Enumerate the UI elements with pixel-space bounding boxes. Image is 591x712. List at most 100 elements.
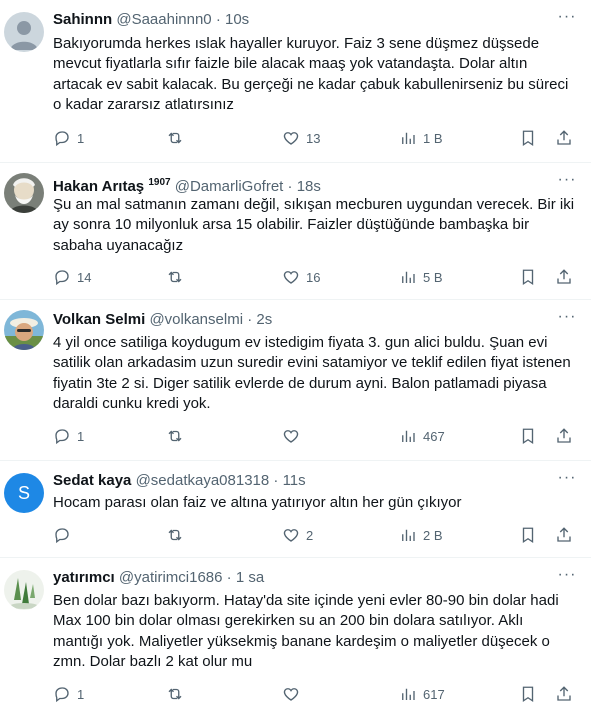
heart-icon <box>283 132 299 145</box>
bookmark-icon <box>522 269 534 286</box>
display-name[interactable]: Sedat kaya <box>53 472 131 489</box>
separator-dot: · <box>215 11 221 28</box>
display-name[interactable]: yatırımcı <box>53 569 115 586</box>
like-button[interactable] <box>282 684 300 704</box>
share-button[interactable] <box>555 684 573 704</box>
reply-count: 1 <box>77 428 85 444</box>
share-button[interactable] <box>555 267 573 287</box>
heart-icon <box>283 529 299 542</box>
tweet-actions: 1 13 1 B <box>53 128 577 148</box>
user-photo-icon <box>4 570 44 610</box>
bookmark-button[interactable] <box>519 684 537 704</box>
separator-dot: · <box>287 178 293 195</box>
like-count: 13 <box>306 130 321 146</box>
user-handle[interactable]: @yatirimci1686 <box>119 569 223 586</box>
default-avatar-icon <box>4 12 44 52</box>
views-chart-icon <box>402 430 415 442</box>
display-name[interactable]: Hakan Arıtaş <box>53 178 144 195</box>
tweet-text: Şu an mal satmanın zamanı değil, sıkışan… <box>53 196 575 254</box>
tweet[interactable]: Hakan Arıtaş 1907 @DamarliGofret · 18s ·… <box>0 163 591 300</box>
reply-button[interactable]: 1 <box>53 426 84 446</box>
more-dots-icon[interactable]: ··· <box>557 9 577 30</box>
tweet-actions: 14 16 5 B <box>53 267 577 287</box>
avatar-letter: S <box>17 483 30 503</box>
reply-button[interactable]: 1 <box>53 128 84 148</box>
share-icon <box>557 428 571 443</box>
bookmark-icon <box>522 527 534 544</box>
tweet[interactable]: S Sedat kaya @sedatkaya081318 · 11s ··· … <box>0 461 591 558</box>
reply-button[interactable] <box>53 525 71 545</box>
reply-count: 1 <box>77 686 85 702</box>
tweet-header: Hakan Arıtaş 1907 @DamarliGofret · 18s <box>53 173 551 197</box>
timestamp[interactable]: 18s <box>297 178 321 195</box>
retweet-icon <box>168 271 182 283</box>
views-chart-icon <box>402 271 415 283</box>
views-chart-icon <box>402 529 415 541</box>
like-button[interactable]: 2 <box>282 525 313 545</box>
share-icon <box>557 527 571 542</box>
user-handle[interactable]: @Saaahinnn0 <box>116 11 211 28</box>
timestamp[interactable]: 10s <box>225 11 249 28</box>
avatar[interactable] <box>4 570 44 610</box>
views-button[interactable]: 5 B <box>399 267 443 287</box>
like-button[interactable] <box>282 426 300 446</box>
retweet-button[interactable] <box>166 128 184 148</box>
reply-button[interactable]: 1 <box>53 684 84 704</box>
views-button[interactable]: 1 B <box>399 128 443 148</box>
user-handle[interactable]: @DamarliGofret <box>175 178 284 195</box>
user-handle[interactable]: @sedatkaya081318 <box>136 472 270 489</box>
share-button[interactable] <box>555 128 573 148</box>
more-dots-icon[interactable]: ··· <box>557 470 577 491</box>
bookmark-icon <box>522 130 534 147</box>
display-name[interactable]: Volkan Selmi <box>53 311 145 328</box>
like-button[interactable]: 13 <box>282 128 320 148</box>
avatar[interactable] <box>4 310 44 350</box>
user-handle[interactable]: @volkanselmi <box>149 311 243 328</box>
more-dots-icon[interactable]: ··· <box>557 172 577 193</box>
retweet-button[interactable] <box>166 426 184 446</box>
user-photo-icon <box>4 173 44 213</box>
timestamp[interactable]: 2s <box>256 311 272 328</box>
retweet-button[interactable] <box>166 525 184 545</box>
bookmark-button[interactable] <box>519 525 537 545</box>
share-button[interactable] <box>555 525 573 545</box>
tweet-text: Hocam parası olan faiz ve altına yatırıy… <box>53 494 462 511</box>
reply-icon <box>55 687 69 703</box>
reply-button[interactable]: 14 <box>53 267 91 287</box>
tweet-header: yatırımcı @yatirimci1686 · 1 sa <box>53 568 551 588</box>
tweet-actions: 1 617 <box>53 684 577 704</box>
retweet-icon <box>168 688 182 700</box>
views-button[interactable]: 617 <box>399 684 445 704</box>
retweet-button[interactable] <box>166 267 184 287</box>
reply-icon <box>55 528 69 544</box>
more-dots-icon[interactable]: ··· <box>557 309 577 330</box>
tweet[interactable]: Volkan Selmi @volkanselmi · 2s ··· 4 yil… <box>0 300 591 461</box>
views-button[interactable]: 467 <box>399 426 445 446</box>
view-count: 1 B <box>423 130 443 146</box>
separator-dot: · <box>226 569 232 586</box>
like-button[interactable]: 16 <box>282 267 320 287</box>
tweet[interactable]: yatırımcı @yatirimci1686 · 1 sa ··· Ben … <box>0 558 591 712</box>
bookmark-button[interactable] <box>519 426 537 446</box>
timestamp[interactable]: 11s <box>283 472 306 489</box>
bookmark-button[interactable] <box>519 128 537 148</box>
views-button[interactable]: 2 B <box>399 525 443 545</box>
tweet-text: Bakıyorumda herkes ıslak hayaller kuruyo… <box>53 35 569 113</box>
avatar[interactable]: S <box>4 473 44 513</box>
separator-dot: · <box>247 311 253 328</box>
reply-count: 14 <box>77 269 92 285</box>
reply-icon <box>55 270 69 286</box>
share-icon <box>557 686 571 701</box>
display-name[interactable]: Sahinnn <box>53 11 112 28</box>
share-button[interactable] <box>555 426 573 446</box>
tweet[interactable]: Sahinnn @Saaahinnn0 · 10s ··· Bakıyorumd… <box>0 0 591 163</box>
bookmark-button[interactable] <box>519 267 537 287</box>
name-badge: 1907 <box>148 177 171 188</box>
heart-icon <box>283 271 299 284</box>
avatar[interactable] <box>4 173 44 213</box>
retweet-button[interactable] <box>166 684 184 704</box>
view-count: 2 B <box>423 527 443 543</box>
timestamp[interactable]: 1 sa <box>236 569 264 586</box>
avatar[interactable] <box>4 12 44 52</box>
more-dots-icon[interactable]: ··· <box>557 567 577 588</box>
